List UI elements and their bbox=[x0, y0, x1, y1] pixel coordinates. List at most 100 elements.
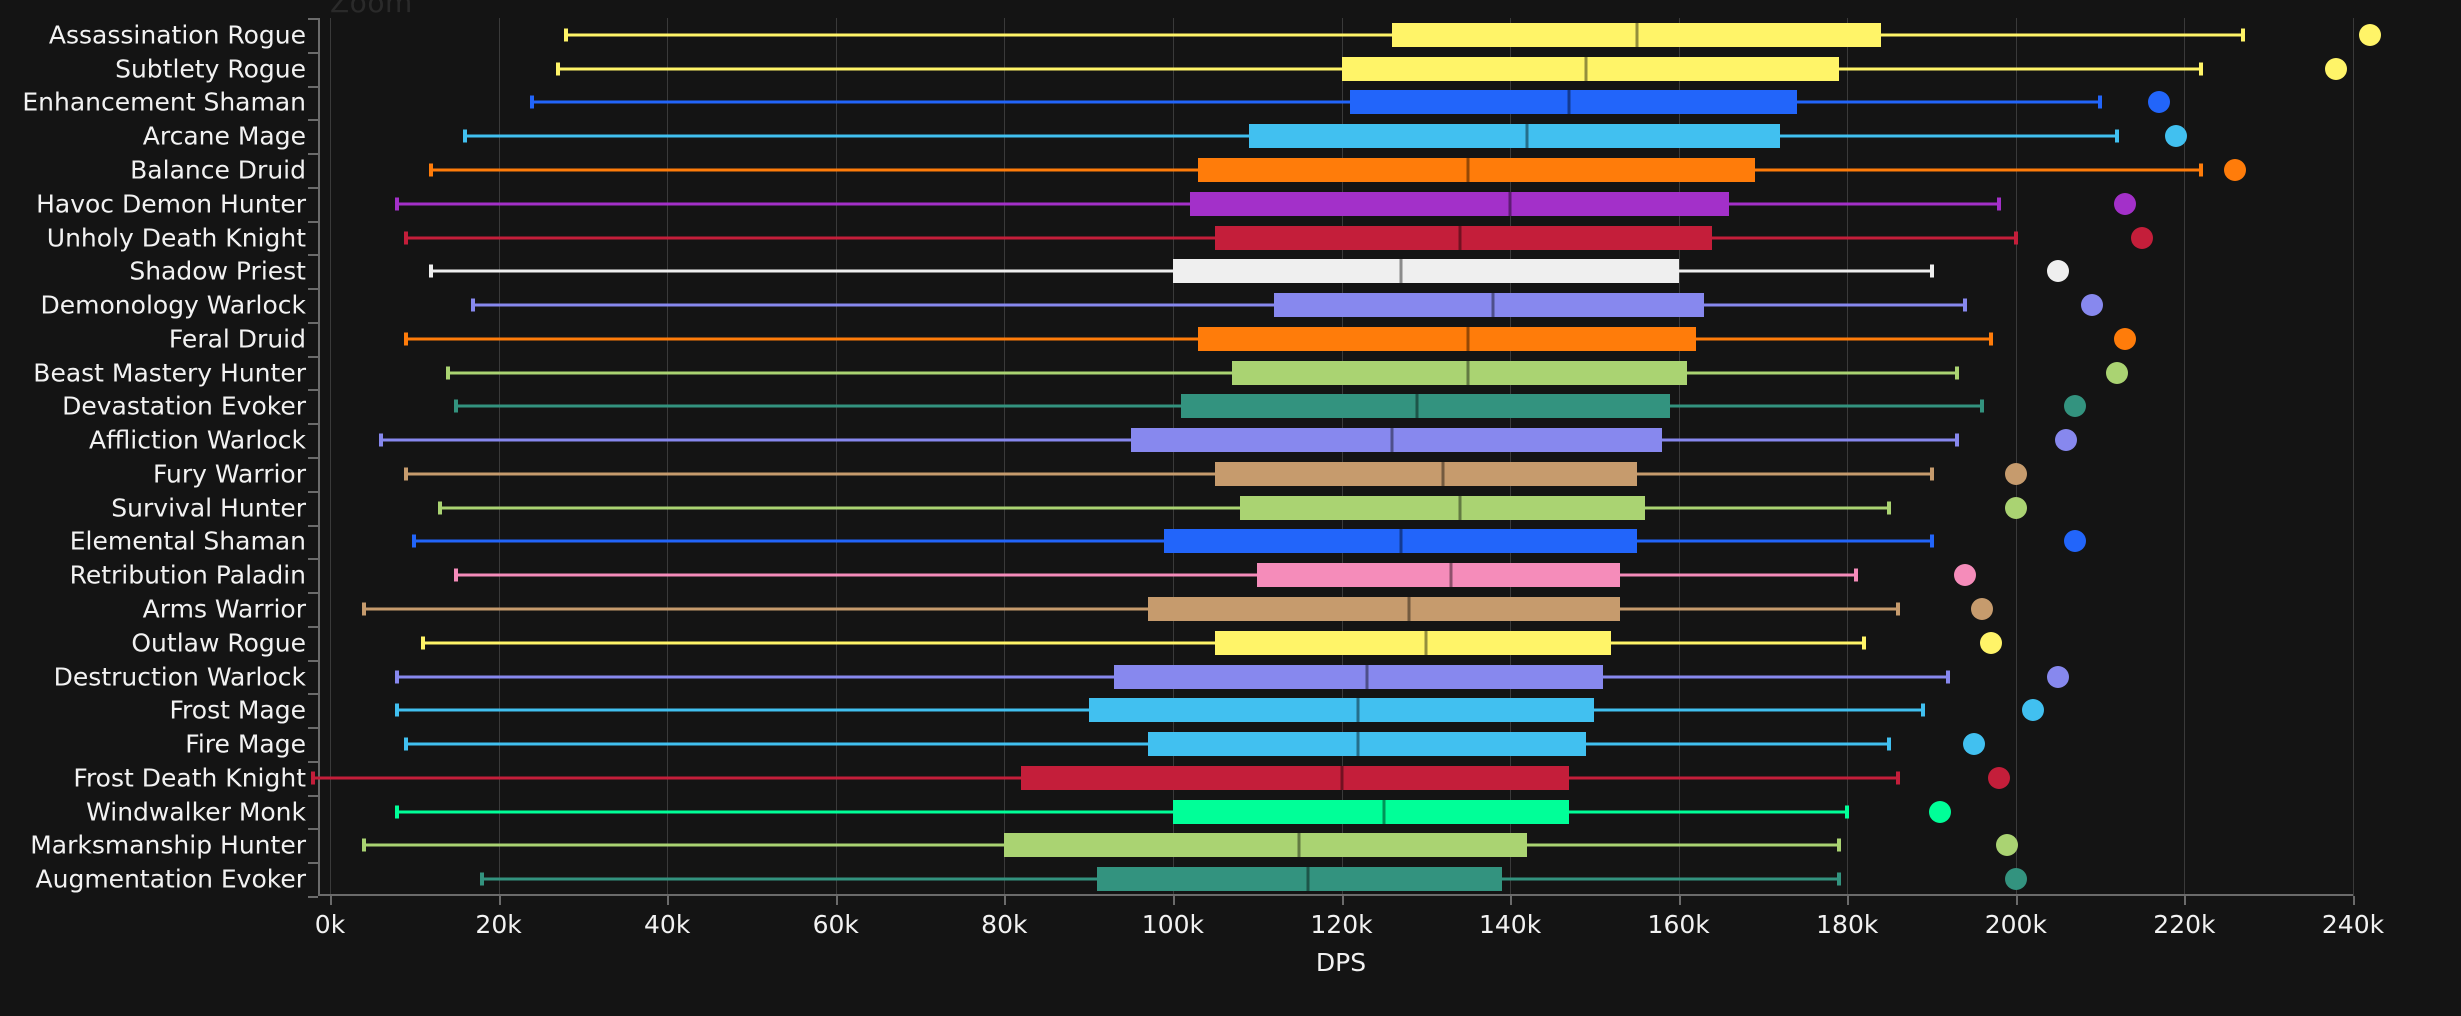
box-iqr[interactable] bbox=[1215, 225, 1713, 250]
outlier-point[interactable] bbox=[2114, 192, 2137, 215]
outlier-point[interactable] bbox=[2223, 158, 2246, 181]
y-axis-label: Arms Warrior bbox=[142, 594, 306, 624]
whisker-line bbox=[422, 641, 1865, 645]
outlier-point[interactable] bbox=[1979, 631, 2002, 654]
chart-title: Zoom bbox=[330, 0, 413, 19]
outlier-point[interactable] bbox=[1962, 733, 1985, 756]
whisker-cap-low bbox=[361, 602, 366, 616]
y-axis-tick bbox=[308, 524, 318, 527]
median-line bbox=[1466, 360, 1470, 385]
whisker-cap-high bbox=[1929, 467, 1934, 481]
outlier-point[interactable] bbox=[2080, 294, 2103, 317]
box-iqr[interactable] bbox=[1341, 56, 1839, 81]
whisker-cap-high bbox=[1853, 568, 1858, 582]
box-iqr[interactable] bbox=[1257, 563, 1620, 588]
whisker-cap-high bbox=[1988, 332, 1993, 346]
median-line bbox=[1466, 157, 1470, 182]
box-iqr[interactable] bbox=[1147, 596, 1620, 621]
whisker-cap-high bbox=[1862, 636, 1867, 650]
whisker-line bbox=[473, 303, 1966, 307]
box-iqr[interactable] bbox=[1189, 191, 1730, 216]
x-axis-tick-label: 220k bbox=[2153, 910, 2216, 939]
median-line bbox=[1382, 799, 1386, 824]
box-iqr[interactable] bbox=[1240, 495, 1645, 520]
box-iqr[interactable] bbox=[1113, 664, 1603, 689]
outlier-point[interactable] bbox=[2063, 395, 2086, 418]
whisker-line bbox=[363, 607, 1898, 611]
outlier-point[interactable] bbox=[2046, 665, 2069, 688]
outlier-point[interactable] bbox=[1987, 766, 2010, 789]
y-axis-label: Feral Druid bbox=[168, 324, 306, 354]
y-axis-tick bbox=[308, 18, 318, 20]
box-iqr[interactable] bbox=[1021, 765, 1570, 790]
whisker-cap-high bbox=[1921, 703, 1926, 717]
box-iqr[interactable] bbox=[1130, 428, 1662, 453]
gridline bbox=[1847, 18, 1849, 896]
whisker-cap-low bbox=[555, 62, 560, 76]
outlier-point[interactable] bbox=[1954, 564, 1977, 587]
whisker-cap-low bbox=[429, 264, 434, 278]
y-axis-label: Devastation Evoker bbox=[62, 391, 306, 421]
outlier-point[interactable] bbox=[1971, 597, 1994, 620]
box-iqr[interactable] bbox=[1231, 360, 1688, 385]
outlier-point[interactable] bbox=[2131, 226, 2154, 249]
median-line bbox=[1356, 698, 1360, 723]
outlier-point[interactable] bbox=[2105, 361, 2128, 384]
box-iqr[interactable] bbox=[1215, 630, 1612, 655]
y-axis-label: Fury Warrior bbox=[153, 459, 306, 489]
x-axis-tick bbox=[835, 896, 838, 905]
gridline bbox=[667, 18, 669, 896]
whisker-line bbox=[405, 236, 2016, 239]
outlier-point[interactable] bbox=[2114, 327, 2137, 350]
y-axis-label: Outlaw Rogue bbox=[131, 628, 306, 658]
box-iqr[interactable] bbox=[1004, 833, 1527, 858]
x-axis-title: DPS bbox=[1315, 948, 1367, 977]
box-iqr[interactable] bbox=[1088, 698, 1595, 723]
outlier-point[interactable] bbox=[2325, 57, 2348, 80]
outlier-point[interactable] bbox=[1928, 800, 1951, 823]
median-line bbox=[1399, 529, 1402, 554]
x-axis-tick-label: 200k bbox=[1984, 910, 2047, 939]
whisker-cap-high bbox=[2013, 231, 2018, 244]
box-iqr[interactable] bbox=[1248, 124, 1780, 149]
whisker-cap-low bbox=[446, 366, 450, 380]
box-iqr[interactable] bbox=[1349, 90, 1797, 115]
outlier-point[interactable] bbox=[2046, 260, 2069, 283]
outlier-point[interactable] bbox=[2004, 496, 2027, 519]
x-axis-tick-label: 100k bbox=[1141, 910, 1205, 939]
box-iqr[interactable] bbox=[1198, 157, 1755, 182]
median-line bbox=[1424, 630, 1428, 655]
x-axis-tick-label: 0k bbox=[314, 910, 346, 939]
outlier-point[interactable] bbox=[2358, 23, 2381, 46]
box-iqr[interactable] bbox=[1172, 259, 1679, 284]
outlier-point[interactable] bbox=[2055, 429, 2078, 452]
box-iqr[interactable] bbox=[1198, 326, 1696, 351]
x-axis-tick-label: 80k bbox=[981, 910, 1028, 939]
box-iqr[interactable] bbox=[1097, 867, 1502, 892]
y-axis-tick bbox=[308, 423, 318, 426]
outlier-point[interactable] bbox=[2063, 530, 2086, 553]
box-iqr[interactable] bbox=[1147, 732, 1586, 757]
gridline bbox=[1341, 18, 1343, 896]
box-iqr[interactable] bbox=[1172, 799, 1570, 824]
gridline bbox=[2015, 18, 2017, 896]
y-axis-tick bbox=[308, 355, 318, 358]
median-line bbox=[1297, 833, 1301, 858]
outlier-point[interactable] bbox=[2164, 125, 2187, 148]
y-axis-label: Survival Hunter bbox=[111, 493, 306, 523]
y-axis-label: Havoc Demon Hunter bbox=[36, 189, 306, 219]
outlier-point[interactable] bbox=[2004, 868, 2027, 891]
outlier-point[interactable] bbox=[2148, 91, 2171, 114]
whisker-cap-high bbox=[1895, 771, 1900, 785]
whisker-cap-low bbox=[395, 805, 400, 819]
outlier-point[interactable] bbox=[2004, 462, 2027, 485]
box-iqr[interactable] bbox=[1274, 293, 1704, 318]
whisker-line bbox=[405, 472, 1932, 476]
outlier-point[interactable] bbox=[2021, 699, 2044, 722]
box-iqr[interactable] bbox=[1181, 394, 1671, 419]
boxplot-chart: Zoom Assassination Rogue Subtlety Rogue En… bbox=[0, 0, 2461, 1016]
outlier-point[interactable] bbox=[1996, 834, 2019, 857]
whisker-cap-low bbox=[429, 163, 434, 177]
whisker-cap-low bbox=[403, 332, 408, 346]
box-iqr[interactable] bbox=[1215, 461, 1637, 486]
